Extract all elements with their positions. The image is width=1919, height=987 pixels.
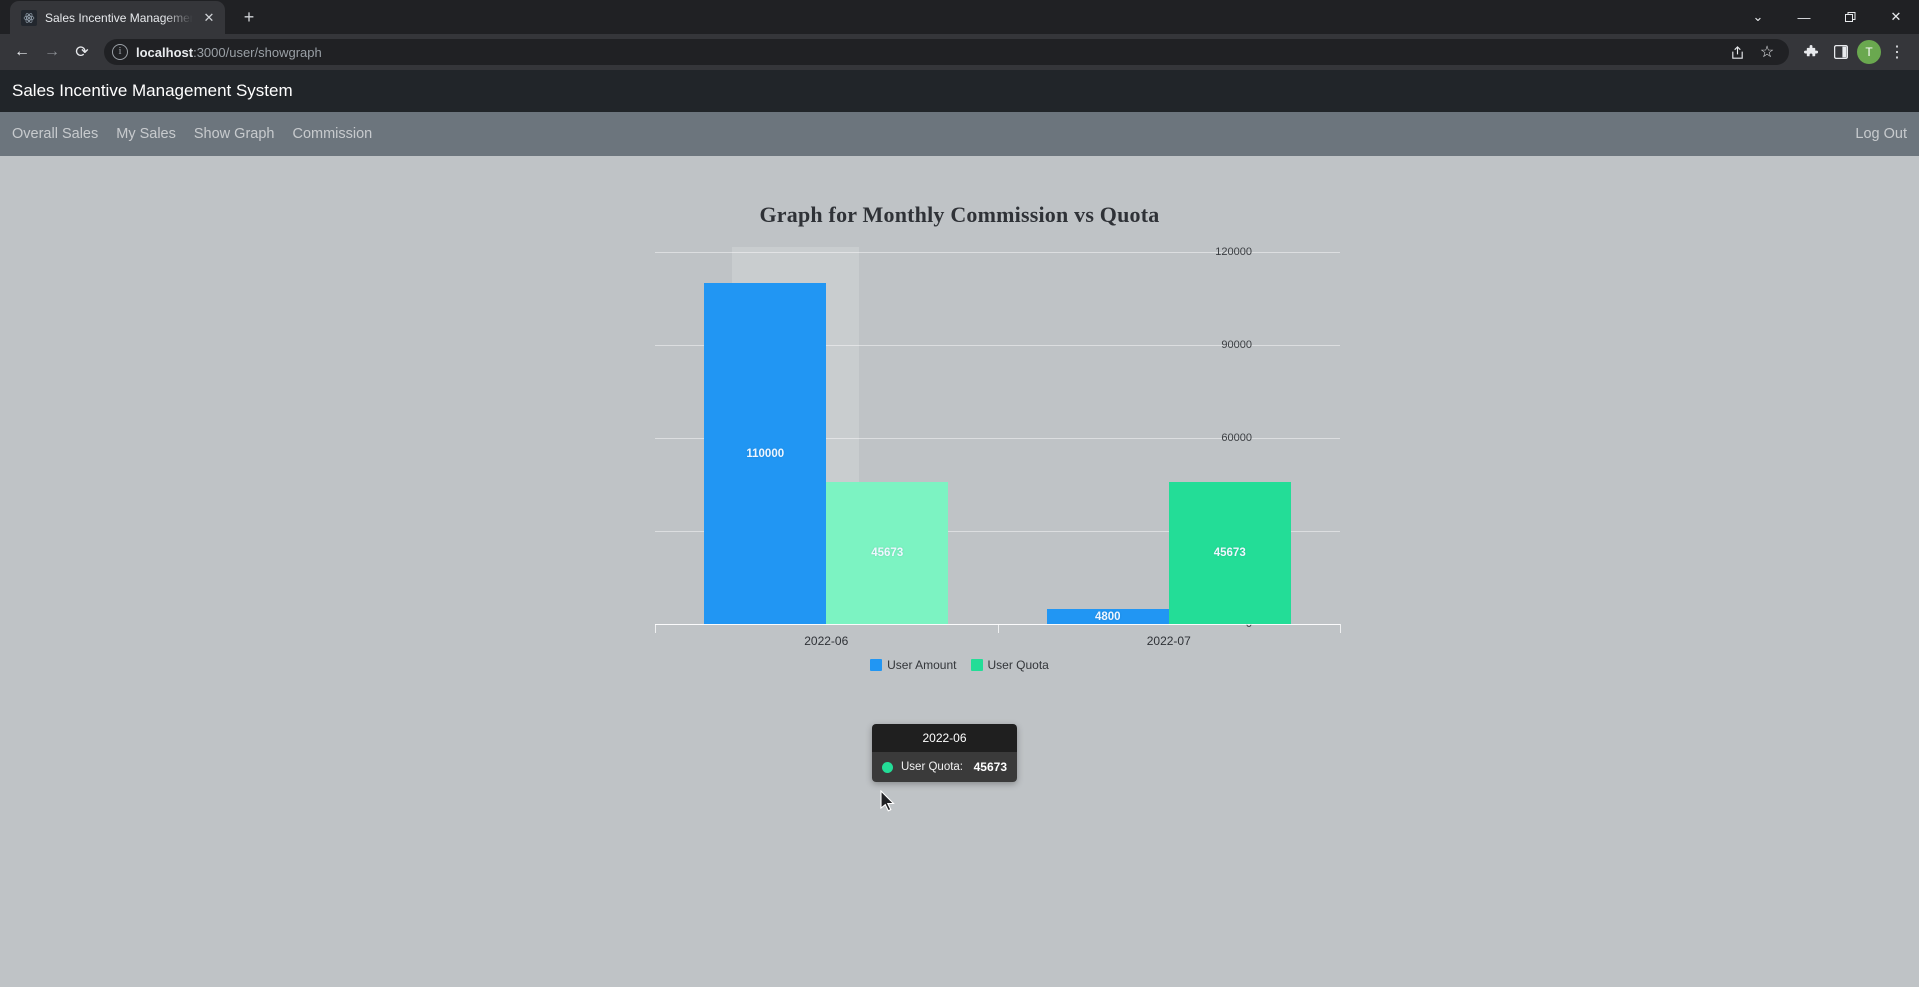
forward-icon[interactable]: → (38, 38, 66, 66)
bookmark-star-icon[interactable]: ☆ (1753, 38, 1781, 66)
tooltip-body: User Quota: 45673 (872, 752, 1017, 782)
x-axis-tick (1340, 624, 1341, 633)
chart-bar[interactable]: 45673 (1168, 482, 1291, 624)
omnibox-actions: ☆ (1723, 38, 1781, 66)
tooltip-series-dot (882, 761, 893, 773)
page-title: Sales Incentive Management System (12, 81, 293, 100)
legend-label: User Quota (987, 658, 1049, 672)
main-navbar: Overall Sales My Sales Show Graph Commis… (0, 112, 1919, 156)
url-host: localhost (136, 44, 194, 60)
url-text: localhost:3000/user/showgraph (136, 45, 322, 60)
x-axis-tick-label: 2022-07 (1146, 634, 1191, 648)
bar-value-label: 45673 (871, 547, 904, 560)
chart-legend: User Amount User Quota (0, 658, 1919, 672)
side-panel-icon[interactable] (1827, 38, 1855, 66)
mouse-cursor (880, 789, 896, 817)
browser-menu-icon[interactable]: ⋮ (1883, 38, 1911, 66)
chart-tooltip: 2022-06 User Quota: 45673 (872, 724, 1017, 782)
legend-item[interactable]: User Quota (970, 658, 1049, 672)
maximize-icon[interactable] (1827, 0, 1873, 34)
nav-item-my-sales[interactable]: My Sales (116, 126, 176, 142)
legend-swatch (870, 659, 883, 671)
legend-label: User Amount (887, 658, 957, 672)
close-icon[interactable]: ✕ (201, 10, 217, 26)
nav-links: Overall Sales My Sales Show Graph Commis… (12, 126, 372, 142)
bar-value-label: 45673 (1213, 547, 1246, 560)
x-axis-tick-label: 2022-06 (804, 634, 849, 648)
close-window-icon[interactable]: ✕ (1873, 0, 1919, 34)
url-path: :3000/user/showgraph (193, 44, 322, 60)
legend-item[interactable]: User Amount (870, 658, 957, 672)
minimize-icon[interactable]: — (1781, 0, 1827, 34)
bars-layer: 110000 45673 4800 45673 (655, 252, 1340, 624)
bar-value-label: 110000 (746, 447, 785, 460)
app-header: Sales Incentive Management System (0, 70, 1919, 112)
nav-item-overall-sales[interactable]: Overall Sales (12, 126, 98, 142)
nav-right: Log Out (1855, 125, 1907, 143)
site-info-icon[interactable]: i (112, 44, 128, 60)
chevron-down-icon[interactable]: ⌄ (1735, 0, 1781, 34)
tab-title: Sales Incentive Management Sys (45, 10, 193, 25)
nav-item-commission[interactable]: Commission (292, 126, 372, 142)
new-tab-button[interactable]: + (235, 3, 263, 31)
chart-bar[interactable]: 4800 (1046, 609, 1169, 624)
address-bar[interactable]: i localhost:3000/user/showgraph ☆ (104, 39, 1789, 65)
chart-bar[interactable]: 45673 (826, 482, 949, 624)
reload-icon[interactable]: ⟳ (68, 38, 96, 66)
x-axis-tick (997, 624, 999, 633)
react-logo-icon (21, 9, 37, 26)
profile-avatar[interactable]: T (1857, 40, 1881, 64)
nav-item-show-graph[interactable]: Show Graph (194, 126, 275, 142)
back-icon[interactable]: ← (8, 38, 36, 66)
bar-value-label: 4800 (1094, 610, 1121, 623)
legend-swatch (970, 659, 983, 671)
browser-chrome: Sales Incentive Management Sys ✕ + ⌄ — ✕… (0, 0, 1919, 70)
tab-strip: Sales Incentive Management Sys ✕ + ⌄ — ✕ (0, 0, 1919, 34)
tooltip-series-name: User Quota: (901, 761, 963, 773)
share-icon[interactable] (1723, 38, 1751, 66)
tooltip-header: 2022-06 (872, 724, 1017, 752)
window-controls: ⌄ — ✕ (1735, 0, 1919, 34)
plot-outer: 0300006000090000120000 11000045673480045… (0, 246, 1919, 812)
browser-tab[interactable]: Sales Incentive Management Sys ✕ (10, 1, 225, 34)
extensions-puzzle-icon[interactable] (1797, 38, 1825, 66)
page-body: Graph for Monthly Commission vs Quota 03… (0, 156, 1919, 987)
tooltip-series-value: 45673 (973, 760, 1007, 774)
chart-title: Graph for Monthly Commission vs Quota (759, 202, 1160, 227)
chart-container: Graph for Monthly Commission vs Quota 03… (0, 156, 1919, 812)
logout-button[interactable]: Log Out (1855, 126, 1907, 142)
x-axis-tick (655, 624, 656, 633)
chart-bar[interactable]: 110000 (704, 283, 827, 624)
browser-toolbar: ← → ⟳ i localhost:3000/user/showgraph ☆ … (0, 34, 1919, 70)
